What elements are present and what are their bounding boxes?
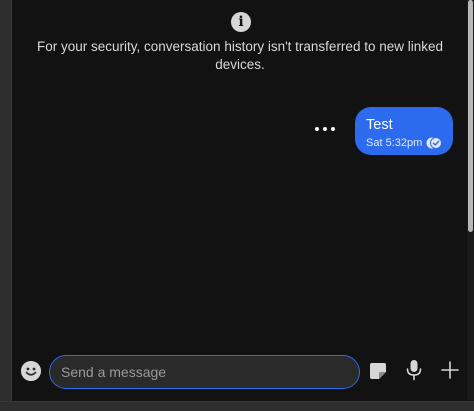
emoji-icon[interactable]	[21, 361, 41, 381]
message-input[interactable]	[49, 355, 360, 389]
security-notice: For your security, conversation history …	[37, 39, 443, 72]
plus-icon[interactable]	[441, 361, 459, 379]
info-icon: i	[231, 12, 251, 32]
sticker-icon[interactable]	[369, 362, 387, 380]
microphone-icon[interactable]	[405, 359, 423, 381]
scrollbar-track[interactable]	[467, 0, 474, 400]
conversation-window: i For your security, conversation histor…	[0, 0, 474, 411]
outgoing-message-bubble[interactable]: Test Sat 5:32pm	[355, 107, 453, 155]
message-timestamp: Sat 5:32pm	[366, 137, 423, 149]
message-text: Test	[366, 117, 393, 133]
scrollbar-thumb[interactable]	[468, 0, 473, 232]
composer	[0, 352, 474, 392]
read-receipt-icon	[426, 137, 442, 149]
message-actions-more-icon[interactable]	[315, 121, 335, 137]
left-panel-edge	[0, 0, 12, 411]
message-meta: Sat 5:32pm	[366, 137, 442, 149]
bottom-panel-edge	[0, 401, 474, 411]
